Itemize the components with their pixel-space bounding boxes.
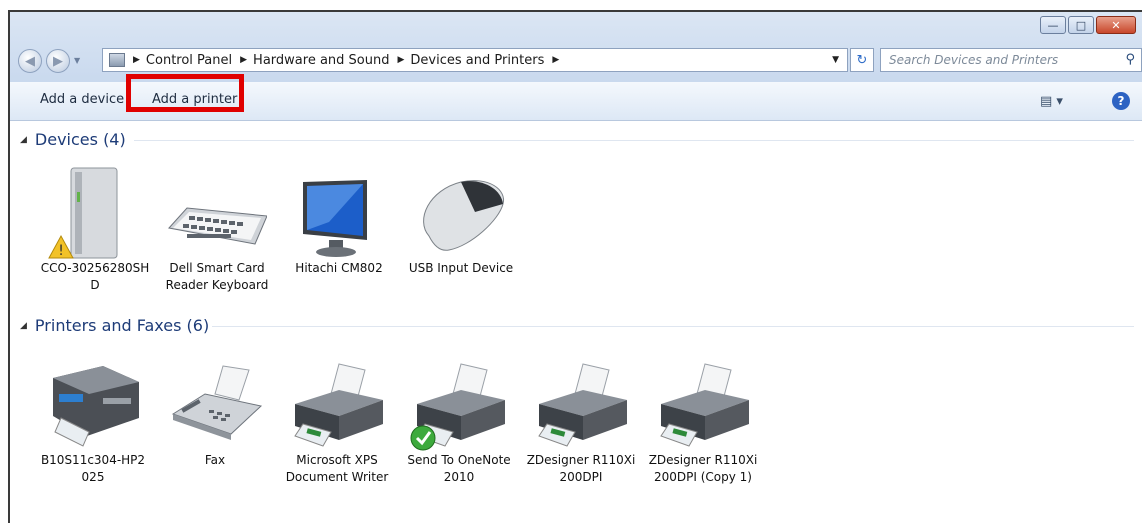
chevron-right-icon[interactable]: ▶ xyxy=(240,55,247,65)
printer-item[interactable]: B10S11c304-HP2 025 xyxy=(36,354,150,486)
forward-arrow-icon: ▶ xyxy=(53,53,63,69)
minimize-button[interactable]: — xyxy=(1040,16,1066,34)
device-item[interactable]: Hitachi CM802 xyxy=(282,162,396,277)
device-label: USB Input Device xyxy=(408,261,514,275)
printer-label: Microsoft XPS Document Writer xyxy=(285,453,389,484)
help-icon[interactable]: ? xyxy=(1112,92,1130,110)
breadcrumb-hardware-and-sound[interactable]: Hardware and Sound xyxy=(253,53,389,68)
svg-text:!: ! xyxy=(58,243,64,259)
multifunction-printer-icon xyxy=(43,354,143,452)
device-item[interactable]: USB Input Device xyxy=(404,162,518,277)
group-title-printers: Printers and Faxes (6) xyxy=(34,316,210,335)
printer-item[interactable]: ZDesigner R110Xi 200DPI (Copy 1) xyxy=(646,354,760,486)
control-panel-icon xyxy=(109,53,125,67)
printer-label: Send To OneNote 2010 xyxy=(407,453,511,484)
breadcrumb-control-panel[interactable]: Control Panel xyxy=(146,53,232,68)
device-label: CCO-30256280SH D xyxy=(40,261,150,292)
close-button[interactable]: ✕ xyxy=(1096,16,1136,34)
chevron-right-icon[interactable]: ▶ xyxy=(133,55,140,65)
collapse-triangle-icon[interactable]: ◢ xyxy=(20,321,27,331)
window-buttons: — □ ✕ xyxy=(1040,16,1136,34)
group-divider xyxy=(212,326,1134,327)
device-label: Hitachi CM802 xyxy=(295,261,383,275)
device-item[interactable]: ! CCO-30256280SH D xyxy=(38,162,152,294)
refresh-button[interactable]: ↻ xyxy=(850,48,874,72)
printer-icon xyxy=(531,354,631,452)
group-header-devices[interactable]: ◢ Devices (4) xyxy=(20,130,126,149)
back-arrow-icon: ◀ xyxy=(25,53,35,69)
fax-icon xyxy=(165,354,265,452)
refresh-icon: ↻ xyxy=(856,52,868,68)
printer-label: B10S11c304-HP2 025 xyxy=(40,453,146,484)
printer-item[interactable]: ZDesigner R110Xi 200DPI xyxy=(524,354,638,486)
printer-icon xyxy=(287,354,387,452)
printer-item[interactable]: Send To OneNote 2010 xyxy=(402,354,516,486)
device-item[interactable]: Dell Smart Card Reader Keyboard xyxy=(160,162,274,294)
add-device-button[interactable]: Add a device xyxy=(40,92,124,107)
add-printer-highlight-box xyxy=(126,74,244,112)
chevron-right-icon[interactable]: ▶ xyxy=(397,55,404,65)
forward-button[interactable]: ▶ xyxy=(46,49,70,73)
device-label: Dell Smart Card Reader Keyboard xyxy=(165,261,269,292)
maximize-button[interactable]: □ xyxy=(1068,16,1094,34)
monitor-icon xyxy=(289,162,389,260)
printer-item[interactable]: Microsoft XPS Document Writer xyxy=(280,354,394,486)
search-icon[interactable]: ⚲ xyxy=(1125,52,1135,67)
search-input[interactable]: Search Devices and Printers ⚲ xyxy=(880,48,1142,72)
change-view-icon[interactable]: ▤ ▾ xyxy=(1040,94,1063,109)
keyboard-icon xyxy=(167,162,268,260)
address-bar[interactable]: ▶ Control Panel ▶ Hardware and Sound ▶ D… xyxy=(102,48,848,72)
printer-default-icon xyxy=(409,354,509,452)
recent-pages-icon[interactable]: ▼ xyxy=(74,56,80,65)
address-dropdown-icon[interactable]: ▼ xyxy=(832,55,839,65)
collapse-triangle-icon[interactable]: ◢ xyxy=(20,135,27,145)
group-title-devices: Devices (4) xyxy=(34,130,126,149)
printer-label: ZDesigner R110Xi 200DPI xyxy=(526,453,636,484)
window-chrome: — □ ✕ ◀ ▶ ▼ ▶ Control Panel ▶ Hardware a… xyxy=(10,12,1142,82)
printer-icon xyxy=(653,354,753,452)
external-drive-warning-icon: ! xyxy=(45,162,145,260)
group-divider xyxy=(134,140,1134,141)
printer-label: Fax xyxy=(204,453,226,467)
mouse-icon xyxy=(411,162,511,260)
back-button[interactable]: ◀ xyxy=(18,49,42,73)
search-placeholder: Search Devices and Printers xyxy=(889,53,1059,67)
chevron-right-icon[interactable]: ▶ xyxy=(552,55,559,65)
printer-label: ZDesigner R110Xi 200DPI (Copy 1) xyxy=(648,453,758,484)
printer-item[interactable]: Fax xyxy=(158,354,272,469)
group-header-printers[interactable]: ◢ Printers and Faxes (6) xyxy=(20,316,209,335)
navigation-row: ◀ ▶ ▼ ▶ Control Panel ▶ Hardware and Sou… xyxy=(18,46,1142,74)
breadcrumb-devices-and-printers[interactable]: Devices and Printers xyxy=(410,53,544,68)
